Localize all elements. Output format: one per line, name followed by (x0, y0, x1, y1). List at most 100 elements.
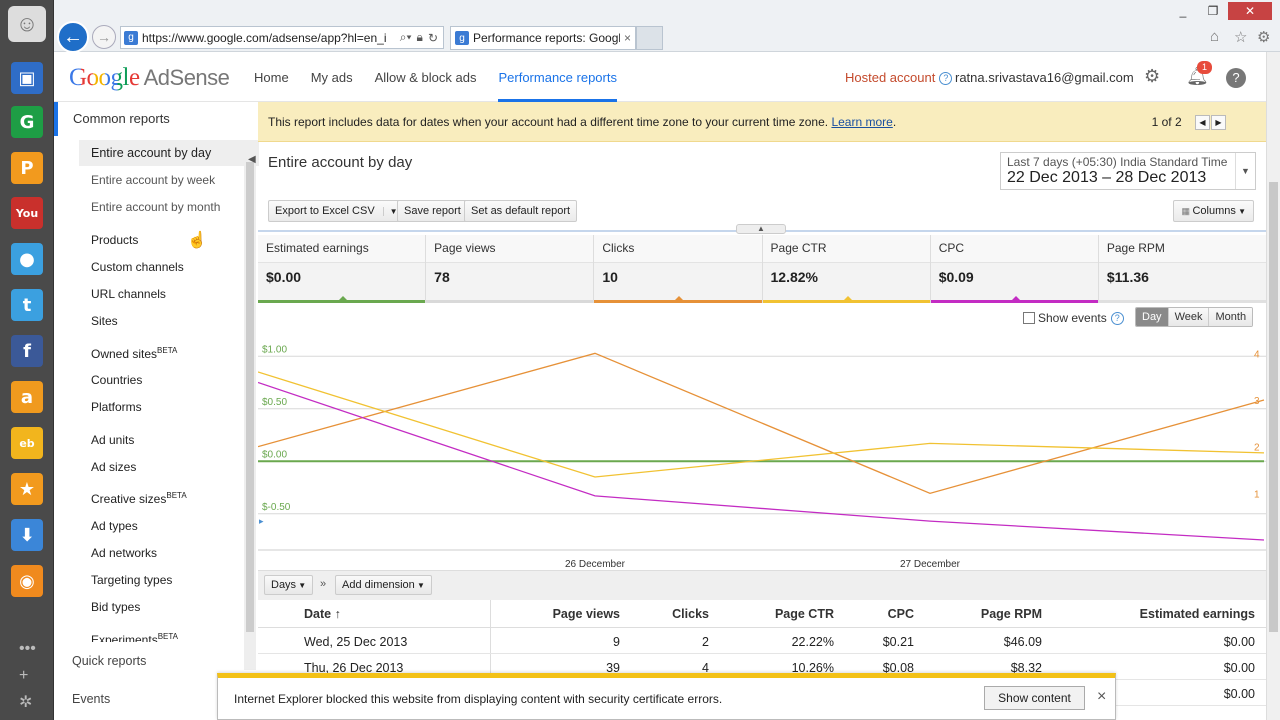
header-page-views[interactable]: Page views (553, 607, 620, 621)
metric-estimated-earnings[interactable]: Estimated earnings $0.00 (258, 235, 427, 303)
columns-button[interactable]: ▦ Columns ▼ (1173, 200, 1254, 222)
refresh-icon[interactable]: ↻ (428, 31, 438, 45)
header-estimated-earnings[interactable]: Estimated earnings (1140, 607, 1255, 621)
page-scrollbar-thumb[interactable] (1269, 182, 1278, 632)
account-email[interactable]: ratna.srivastava16@gmail.com (955, 70, 1134, 85)
youtube-icon[interactable]: You (11, 197, 43, 229)
more-icon[interactable]: ••• (19, 640, 36, 658)
sidebar-item-custom-channels[interactable]: Custom channels (91, 260, 184, 274)
learn-more-link[interactable]: Learn more (831, 115, 892, 129)
common-reports-heading[interactable]: Common reports (54, 102, 258, 136)
header-date[interactable]: Date ↑ (304, 607, 341, 621)
sidebar-item-entire-account-by-month[interactable]: Entire account by month (91, 200, 220, 214)
sidebar-scrollbar-thumb[interactable] (246, 162, 254, 632)
tab-close-icon[interactable]: × (624, 31, 631, 45)
events-link[interactable]: Events (72, 692, 110, 706)
star-icon[interactable]: ★ (11, 473, 43, 505)
sidebar-item-bid-types[interactable]: Bid types (91, 600, 140, 614)
address-bar[interactable]: g https://www.google.com/adsense/app?hl=… (120, 26, 444, 49)
mobile-app-icon[interactable]: ▣ (11, 62, 43, 94)
sidebar-scrollbar[interactable] (244, 142, 256, 670)
apple-icon[interactable]: ● (11, 243, 43, 275)
sidebar-item-creative-sizes[interactable]: Creative sizesBETA (91, 491, 187, 506)
header-page-ctr[interactable]: Page CTR (775, 607, 834, 621)
days-dimension-button[interactable]: Days ▼ (264, 575, 314, 595)
sidebar-item-ad-networks[interactable]: Ad networks (91, 546, 157, 560)
amazon-icon[interactable]: a (11, 381, 43, 413)
tools-gear-icon[interactable]: ⚙ (1257, 28, 1270, 46)
show-events-checkbox[interactable] (1023, 312, 1035, 324)
close-window-icon[interactable]: ✕ (1228, 2, 1272, 20)
facebook-icon[interactable]: f (11, 335, 43, 367)
pager-prev-button[interactable]: ◀ (1195, 115, 1210, 131)
metric-page-views[interactable]: Page views 78 (426, 235, 595, 303)
metric-page-ctr[interactable]: Page CTR 12.82% (762, 235, 931, 303)
paypal-icon[interactable]: P (11, 152, 43, 184)
sidebar-item-platforms[interactable]: Platforms (91, 400, 142, 414)
granularity-month-button[interactable]: Month (1208, 308, 1253, 326)
collapse-chart-button[interactable]: ▲ (736, 224, 786, 234)
sidebar-item-countries[interactable]: Countries (91, 373, 142, 387)
nav-my-ads[interactable]: My ads (311, 70, 353, 85)
metric-page-rpm[interactable]: Page RPM $11.36 (1098, 235, 1267, 303)
minimize-icon[interactable]: _ (1168, 2, 1198, 20)
settings-gear-icon[interactable]: ⚙ (1144, 66, 1160, 87)
sidebar-item-experiments[interactable]: ExperimentsBETA (91, 632, 178, 642)
date-range-picker[interactable]: Last 7 days (+05:30) India Standard Time… (1000, 152, 1256, 190)
hosted-account-link[interactable]: Hosted account? (845, 70, 953, 85)
help-icon[interactable]: ? (939, 72, 953, 85)
restore-icon[interactable]: ❐ (1198, 2, 1228, 20)
header-cpc[interactable]: CPC (888, 607, 914, 621)
add-dimension-button[interactable]: Add dimension ▼ (335, 575, 432, 595)
sidebar-item-targeting-types[interactable]: Targeting types (91, 573, 172, 587)
nav-home[interactable]: Home (254, 70, 289, 85)
favorites-star-icon[interactable]: ☆ (1234, 28, 1247, 46)
export-csv-button[interactable]: Export to Excel CSV ▼ (268, 200, 405, 222)
export-dropdown-icon[interactable]: ▼ (382, 207, 398, 216)
header-clicks[interactable]: Clicks (672, 607, 709, 621)
sidebar-item-ad-types[interactable]: Ad types (91, 519, 138, 533)
forward-button[interactable]: → (92, 25, 116, 49)
nav-performance-reports[interactable]: Performance reports (498, 70, 617, 102)
help-circle-icon[interactable]: ? (1226, 68, 1246, 88)
back-button[interactable]: ← (57, 21, 89, 53)
set-default-report-button[interactable]: Set as default report (464, 200, 578, 222)
pager-next-button[interactable]: ▶ (1211, 115, 1226, 131)
adsense-logo[interactable]: Google AdSense (69, 63, 230, 92)
granularity-day-button[interactable]: Day (1136, 308, 1168, 326)
browser-tab[interactable]: g Performance reports: Googl... × (450, 26, 636, 50)
close-notification-icon[interactable]: × (1097, 688, 1106, 706)
header-page-rpm[interactable]: Page RPM (981, 607, 1042, 621)
search-icon[interactable]: ⌕▾ (400, 30, 412, 45)
url-text[interactable]: https://www.google.com/adsense/app?hl=en… (142, 31, 400, 45)
show-content-button[interactable]: Show content (984, 686, 1085, 710)
add-icon[interactable]: + (19, 667, 28, 685)
lock-icon[interactable]: 🔒︎ (417, 30, 423, 45)
metric-clicks[interactable]: Clicks 10 (594, 235, 763, 303)
sidebar-item-entire-account-by-day[interactable]: Entire account by day (79, 140, 259, 166)
sidebar-item-entire-account-by-week[interactable]: Entire account by week (91, 173, 215, 187)
nav-allow-block-ads[interactable]: Allow & block ads (375, 70, 477, 85)
sidebar-item-products[interactable]: Products (91, 233, 138, 247)
metric-cpc[interactable]: CPC $0.09 (930, 235, 1099, 303)
quick-reports-link[interactable]: Quick reports (72, 654, 146, 668)
sidebar-item-sites[interactable]: Sites (91, 314, 118, 328)
g-app-icon[interactable]: G (11, 106, 43, 138)
home-icon[interactable]: ⌂ (1210, 28, 1219, 45)
granularity-week-button[interactable]: Week (1167, 308, 1209, 326)
sidebar-item-ad-sizes[interactable]: Ad sizes (91, 460, 136, 474)
collapse-sidebar-icon[interactable]: ◀ (248, 154, 256, 165)
rss-icon[interactable]: ◉ (11, 565, 43, 597)
sidebar-item-ad-units[interactable]: Ad units (91, 433, 134, 447)
new-tab-button[interactable] (636, 26, 663, 50)
sidebar-item-url-channels[interactable]: URL channels (91, 287, 166, 301)
sidebar-item-owned-sites[interactable]: Owned sitesBETA (91, 346, 177, 361)
save-report-button[interactable]: Save report (397, 200, 468, 222)
show-events-toggle[interactable]: Show events? (1023, 311, 1124, 325)
settings-icon[interactable]: ✲ (19, 692, 32, 712)
date-range-dropdown-icon[interactable]: ▼ (1235, 153, 1255, 189)
ebay-icon[interactable]: eb (11, 427, 43, 459)
show-events-help-icon[interactable]: ? (1110, 312, 1124, 325)
download-icon[interactable]: ⬇ (11, 519, 43, 551)
smiley-icon[interactable]: ☺ (8, 6, 46, 42)
